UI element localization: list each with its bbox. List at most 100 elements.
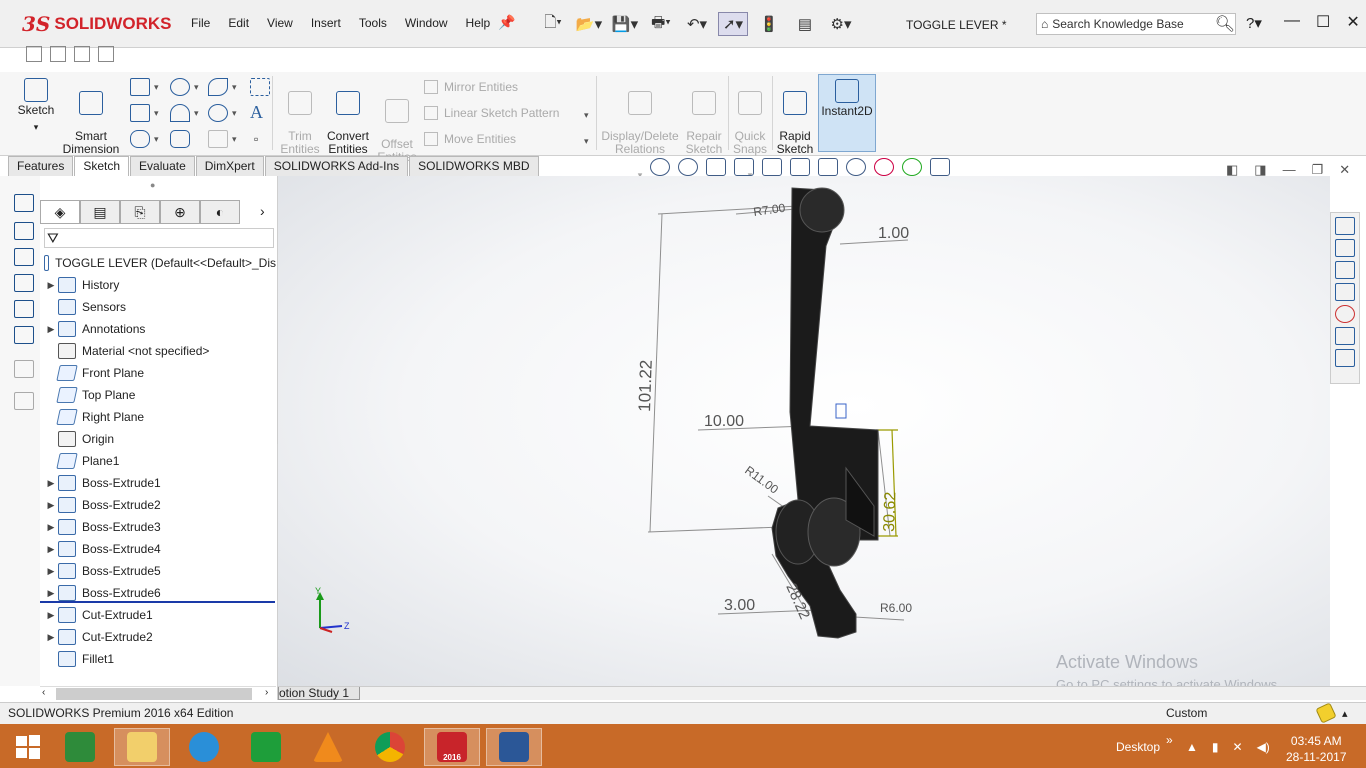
tree-item[interactable]: ▶ Annotations (44, 318, 276, 340)
line-dropdown[interactable]: ▾ (154, 82, 159, 93)
chevron-right-icon[interactable]: › (260, 203, 265, 219)
configurationmanager-tab-icon[interactable]: ⎘ (120, 200, 160, 224)
sketch-point-marker[interactable] (835, 403, 847, 419)
tree-item[interactable]: ▶ Boss-Extrude3 (44, 516, 276, 538)
linear-pattern-dropdown[interactable]: ▾ (584, 110, 589, 121)
displaymanager-tab-icon[interactable]: ◐ (200, 200, 240, 224)
search-knowledge-base[interactable]: ⌂ Search Knowledge Base 🔍︎ (1036, 13, 1236, 35)
search-scope-icon[interactable]: ⌂ (1041, 17, 1048, 31)
expand-arrow-icon[interactable]: ▶ (44, 478, 58, 489)
dim-r6[interactable]: R6.00 (880, 601, 912, 615)
tree-item[interactable]: ▶ Cut-Extrude2 (44, 626, 276, 648)
viewport-left-panel-icon[interactable]: ◧ (1226, 162, 1238, 178)
internet-explorer-icon[interactable] (176, 728, 232, 766)
tree-filter-input[interactable]: ⛛ (44, 228, 274, 248)
toolbar-icon-2[interactable] (50, 46, 66, 62)
dim-1[interactable]: 1.00 (878, 225, 909, 242)
dim-101[interactable]: 101.22 (635, 360, 656, 413)
rebuild-status-icon[interactable] (1315, 702, 1337, 724)
status-expand-icon[interactable]: ▴ (1342, 707, 1348, 720)
expand-arrow-icon[interactable]: ▶ (44, 632, 58, 643)
dim-r11[interactable]: R11.00 (742, 463, 781, 497)
apply-scene-icon[interactable] (902, 158, 922, 176)
menu-window[interactable]: Window (396, 14, 457, 32)
filter-funnel-icon[interactable]: ⛛ (47, 230, 59, 247)
zoom-to-fit-icon[interactable] (650, 158, 670, 176)
spline-icon[interactable] (208, 78, 228, 96)
sketch-tool-icon[interactable] (14, 222, 34, 240)
close-icon[interactable]: ✕ (1346, 12, 1359, 32)
menu-help[interactable]: Help (457, 14, 500, 32)
tree-item[interactable]: ▶ Boss-Extrude2 (44, 494, 276, 516)
previous-view-icon[interactable] (706, 158, 726, 176)
forum-icon[interactable] (1335, 349, 1355, 367)
tree-item[interactable]: Top Plane (44, 384, 276, 406)
new-document-icon[interactable]: 🗋▾ (538, 12, 568, 36)
tree-item[interactable]: Fillet1 (44, 648, 276, 670)
annotation-icon[interactable] (14, 274, 34, 292)
spline-dropdown[interactable]: ▾ (232, 82, 237, 93)
tree-item[interactable]: ▶ History (44, 274, 276, 296)
rollback-bar[interactable] (40, 601, 275, 603)
volume-icon[interactable]: ◀) (1257, 740, 1270, 754)
pin-menu-icon[interactable]: 📌 (498, 14, 515, 30)
file-explorer-icon[interactable] (1335, 261, 1355, 279)
print-icon[interactable]: 🖶▾ (646, 12, 676, 36)
slot-dropdown[interactable]: ▾ (154, 134, 159, 145)
select-cursor-icon[interactable]: ➚▾ (718, 12, 748, 36)
solidworks-resources-icon[interactable] (1335, 217, 1355, 235)
tree-item[interactable]: ▶ Boss-Extrude1 (44, 472, 276, 494)
instant2d-button[interactable]: Instant2D (818, 74, 876, 152)
search-icon[interactable]: 🔍︎ (1215, 14, 1235, 34)
dynamic-annotation-views-icon[interactable] (762, 158, 782, 176)
store-icon[interactable] (238, 728, 294, 766)
help-question-icon[interactable]: ?▾ (1246, 14, 1262, 32)
tab-features[interactable]: Features (8, 156, 74, 176)
tree-item[interactable]: Sensors (44, 296, 276, 318)
dim-30[interactable]: 30.62 (881, 491, 899, 532)
scroll-thumb[interactable] (56, 688, 252, 700)
file-properties-icon[interactable]: ▤ (790, 12, 820, 36)
chrome-icon[interactable] (362, 728, 418, 766)
repair-sketch-button[interactable]: Repair Sketch (682, 78, 726, 169)
custom-properties-icon[interactable] (1335, 327, 1355, 345)
menu-tools[interactable]: Tools (350, 14, 396, 32)
view-orientation-icon[interactable] (790, 158, 810, 176)
edit-appearance-icon[interactable] (874, 158, 894, 176)
solidworks-logo[interactable]: 3S SOLIDWORKS (22, 10, 171, 38)
expand-arrow-icon[interactable]: ▶ (44, 522, 58, 533)
line-icon[interactable] (130, 78, 150, 96)
appearances-icon[interactable] (1335, 305, 1355, 323)
feature-tree-toggle-icon[interactable] (14, 194, 34, 212)
hide-show-items-icon[interactable] (846, 158, 866, 176)
tree-item[interactable]: Origin (44, 428, 276, 450)
expand-arrow-icon[interactable]: ▶ (44, 544, 58, 555)
toggle-lever-model[interactable]: R7.00 1.00 101.22 10.00 R11.00 30.62 3.0… (278, 176, 1330, 686)
fillet-sketch-icon[interactable] (208, 104, 228, 122)
battery-icon[interactable]: ▮ (1212, 740, 1219, 754)
fillet-sketch-dropdown[interactable]: ▾ (232, 108, 237, 119)
minimize-icon[interactable]: — (1284, 12, 1300, 32)
chamfer-dropdown[interactable]: ▾ (232, 134, 237, 145)
save-icon[interactable]: 💾▾ (610, 12, 640, 36)
panel-splitter-handle[interactable]: ● (150, 180, 155, 190)
section-view-icon[interactable] (734, 158, 754, 176)
options-gear-icon[interactable]: ⚙▾ (826, 12, 856, 36)
configuration-icon[interactable] (14, 392, 34, 410)
show-hidden-icons-icon[interactable]: ▲ (1186, 740, 1198, 754)
search-input[interactable]: Search Knowledge Base (1052, 17, 1183, 31)
mass-properties-icon[interactable] (14, 326, 34, 344)
text-icon[interactable]: A (250, 102, 263, 123)
viewport-right-panel-icon[interactable]: ◨ (1254, 162, 1266, 178)
add-remove-icon[interactable] (14, 360, 34, 378)
maximize-icon[interactable]: ☐ (1316, 12, 1330, 32)
viewport-restore-icon[interactable]: ❐ (1312, 162, 1324, 178)
system-clock[interactable]: 03:45 AM 28-11-2017 (1286, 733, 1347, 765)
solidworks-taskbar-icon[interactable]: 2016 (424, 728, 480, 766)
sketch-button[interactable]: Sketch ▾ (16, 78, 56, 134)
desktop-chevron-icon[interactable]: » (1166, 733, 1173, 747)
tab-evaluate[interactable]: Evaluate (130, 156, 195, 176)
point-icon[interactable]: ▫ (254, 132, 258, 146)
arc-dropdown[interactable]: ▾ (194, 108, 199, 119)
dim-10[interactable]: 10.00 (704, 413, 744, 430)
